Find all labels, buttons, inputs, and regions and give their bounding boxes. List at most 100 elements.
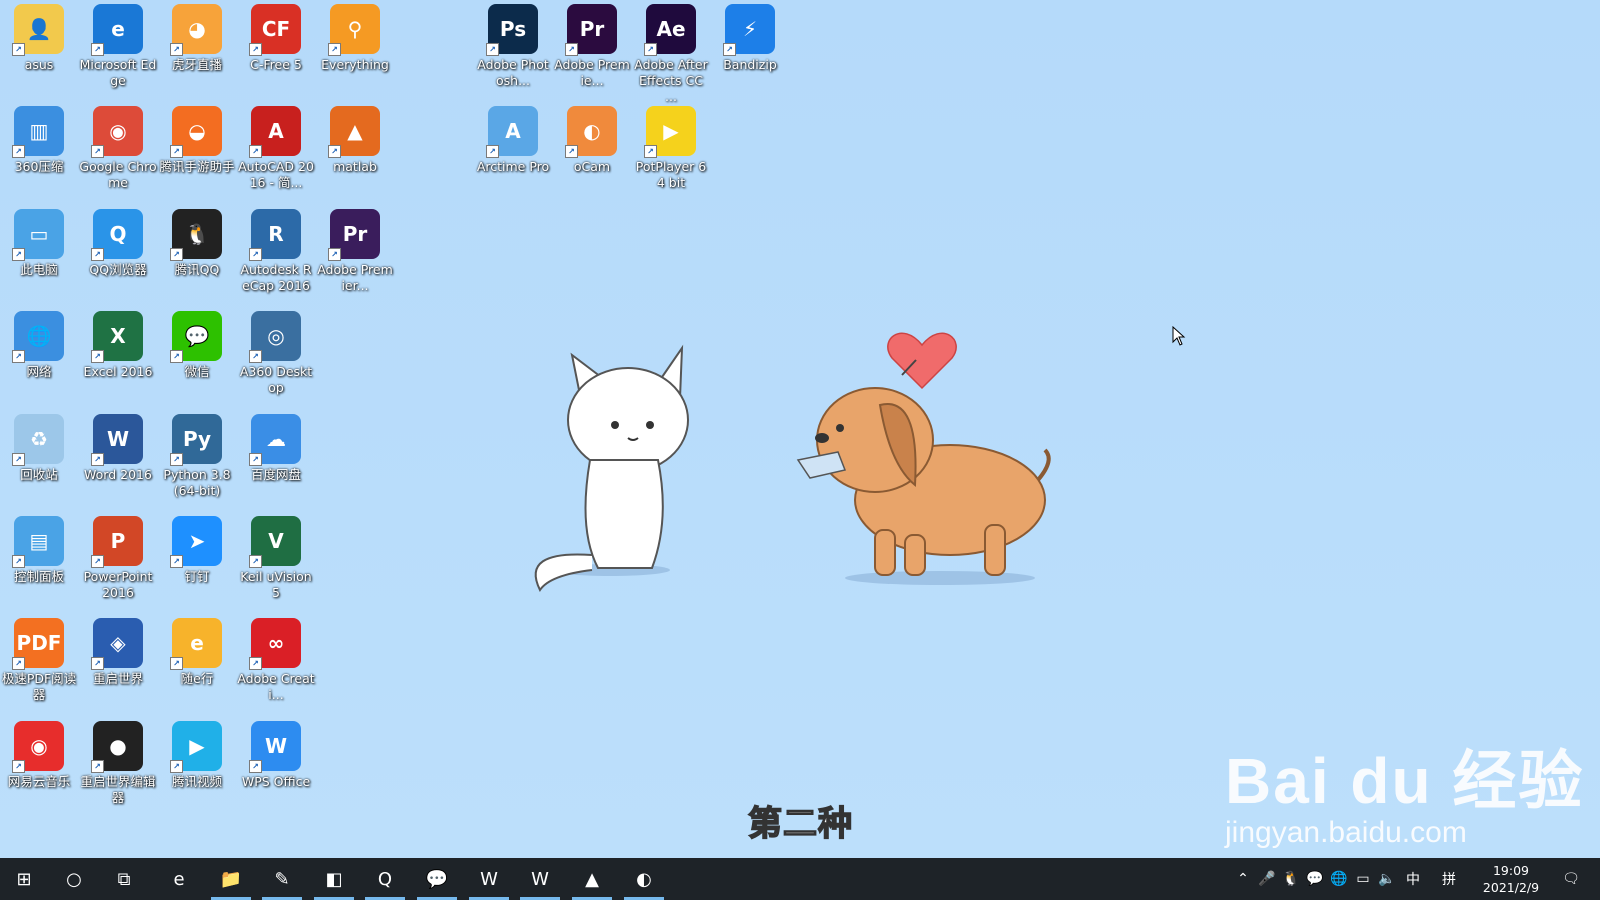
- desktop-icon[interactable]: ◉ ↗ 网易云音乐: [0, 717, 78, 790]
- app-icon: Q ↗: [91, 209, 143, 261]
- desktop-icon[interactable]: ● ↗ 重启世界编辑器: [79, 717, 157, 806]
- desktop-icon[interactable]: W ↗ Word 2016: [79, 410, 157, 483]
- shortcut-arrow-icon: ↗: [170, 453, 183, 466]
- app-note-taskbar-icon[interactable]: ◧: [310, 858, 358, 900]
- desktop-icon[interactable]: ◉ ↗ Google Chrome: [79, 102, 157, 191]
- shortcut-arrow-icon: ↗: [170, 145, 183, 158]
- desktop-icon[interactable]: Pr ↗ Adobe Premie...: [553, 0, 631, 89]
- desktop-icon-label: 腾讯视频: [171, 774, 222, 789]
- desktop-icon[interactable]: ◐ ↗ oCam: [553, 102, 631, 175]
- desktop-icon[interactable]: ◕ ↗ 虎牙直播: [158, 0, 236, 73]
- app-icon: ▭ ↗: [12, 209, 64, 261]
- clock-date: 2021/2/9: [1482, 880, 1540, 895]
- desktop-icon[interactable]: ♻ ↗ 回收站: [0, 410, 78, 483]
- desktop-icon-label: Adobe Premier...: [317, 262, 393, 293]
- app-icon: X ↗: [91, 311, 143, 363]
- matlab-taskbar-icon[interactable]: ▲: [568, 858, 616, 900]
- desktop-icon[interactable]: P ↗ PowerPoint 2016: [79, 512, 157, 601]
- desktop-icon-label: AutoCAD 2016 - 简...: [238, 159, 314, 190]
- desktop-icon[interactable]: 👤 ↗ asus: [0, 0, 78, 73]
- desktop-icon[interactable]: A ↗ AutoCAD 2016 - 简...: [237, 102, 315, 191]
- desktop-icon[interactable]: ◎ ↗ A360 Desktop: [237, 307, 315, 396]
- desktop-icon[interactable]: ▶ ↗ 腾讯视频: [158, 717, 236, 790]
- desktop-icon[interactable]: e ↗ Microsoft Edge: [79, 0, 157, 89]
- desktop-icon[interactable]: W ↗ WPS Office: [237, 717, 315, 790]
- dog-illustration: [796, 387, 1051, 585]
- desktop-icon[interactable]: ⚡ ↗ Bandizip: [711, 0, 789, 73]
- ime-mode-toggle[interactable]: 中: [1402, 858, 1424, 900]
- file-explorer-taskbar-icon[interactable]: 📁: [207, 858, 255, 900]
- desktop-icon[interactable]: ▭ ↗ 此电脑: [0, 205, 78, 278]
- desktop-icon[interactable]: ☁ ↗ 百度网盘: [237, 410, 315, 483]
- app-pin-taskbar-icon[interactable]: ✎: [258, 858, 306, 900]
- desktop-icon[interactable]: 🐧 ↗ 腾讯QQ: [158, 205, 236, 278]
- network-globe-icon[interactable]: 🌐: [1328, 858, 1350, 900]
- system-clock[interactable]: 19:09 2021/2/9: [1474, 862, 1548, 896]
- app-icon: Pr ↗: [565, 4, 617, 56]
- app-icon: ▶ ↗: [644, 106, 696, 158]
- desktop-icon[interactable]: e ↗ 随e行: [158, 614, 236, 687]
- desktop-icon[interactable]: ◒ ↗ 腾讯手游助手: [158, 102, 236, 175]
- qq-tray-icon[interactable]: 🐧: [1280, 858, 1302, 900]
- ime-pinyin-indicator[interactable]: 拼: [1438, 858, 1460, 900]
- app-icon: Py ↗: [170, 414, 222, 466]
- desktop-icon[interactable]: X ↗ Excel 2016: [79, 307, 157, 380]
- desktop-icon[interactable]: ➤ ↗ 钉钉: [158, 512, 236, 585]
- action-center-notification-icon[interactable]: 🗨: [1556, 858, 1586, 900]
- shortcut-arrow-icon: ↗: [249, 657, 262, 670]
- app-icon: 🌐 ↗: [12, 311, 64, 363]
- desktop-icon[interactable]: 🌐 ↗ 网络: [0, 307, 78, 380]
- microphone-icon[interactable]: 🎤: [1256, 858, 1278, 900]
- desktop-icon[interactable]: Q ↗ QQ浏览器: [79, 205, 157, 278]
- app-icon: W ↗: [91, 414, 143, 466]
- desktop-icon[interactable]: A ↗ Arctime Pro: [474, 102, 552, 175]
- shortcut-arrow-icon: ↗: [12, 657, 25, 670]
- desktop: 👤 ↗ asus e ↗ Microsoft Edge ◕ ↗ 虎牙直播 CF ↗ C-Free 5 ⚲…: [0, 0, 1600, 858]
- edge-taskbar-icon[interactable]: e: [155, 858, 203, 900]
- app-icon: ➤ ↗: [170, 516, 222, 568]
- desktop-icon-label: Adobe Premie...: [554, 57, 630, 88]
- desktop-icon[interactable]: R ↗ Autodesk ReCap 2016: [237, 205, 315, 294]
- desktop-icon[interactable]: Py ↗ Python 3.8 (64-bit): [158, 410, 236, 499]
- desktop-icon[interactable]: ◈ ↗ 重启世界: [79, 614, 157, 687]
- desktop-icon[interactable]: ∞ ↗ Adobe Creati...: [237, 614, 315, 703]
- desktop-icon[interactable]: V ↗ Keil uVision5: [237, 512, 315, 601]
- wechat-tray-icon[interactable]: 💬: [1304, 858, 1326, 900]
- shortcut-arrow-icon: ↗: [328, 248, 341, 261]
- desktop-icon[interactable]: ▤ ↗ 控制面板: [0, 512, 78, 585]
- desktop-icon[interactable]: ⚲ ↗ Everything: [316, 0, 394, 73]
- desktop-icon-label: 网络: [26, 364, 52, 379]
- wps-taskbar-icon[interactable]: W: [516, 858, 564, 900]
- wechat-taskbar-icon[interactable]: 💬: [413, 858, 461, 900]
- battery-icon[interactable]: ▭: [1352, 858, 1374, 900]
- desktop-icon[interactable]: ▲ ↗ matlab: [316, 102, 394, 175]
- tray-overflow-chevron-icon[interactable]: ⌃: [1232, 858, 1254, 900]
- task-view-button-taskbar-icon[interactable]: ⧉: [100, 858, 148, 900]
- shortcut-arrow-icon: ↗: [91, 248, 104, 261]
- desktop-icon-label: Google Chrome: [79, 159, 157, 190]
- app-icon: ☁ ↗: [249, 414, 301, 466]
- app-icon: ♻ ↗: [12, 414, 64, 466]
- desktop-icon[interactable]: 💬 ↗ 微信: [158, 307, 236, 380]
- desktop-icon[interactable]: ▶ ↗ PotPlayer 64 bit: [632, 102, 710, 191]
- shortcut-arrow-icon: ↗: [249, 760, 262, 773]
- desktop-icon[interactable]: CF ↗ C-Free 5: [237, 0, 315, 73]
- ocam-taskbar-icon[interactable]: ◐: [620, 858, 668, 900]
- app-icon: Ps ↗: [486, 4, 538, 56]
- volume-icon[interactable]: 🔈: [1376, 858, 1398, 900]
- desktop-icon[interactable]: Pr ↗ Adobe Premier...: [316, 205, 394, 294]
- cat-illustration: [534, 344, 689, 592]
- shortcut-arrow-icon: ↗: [723, 43, 736, 56]
- shortcut-arrow-icon: ↗: [12, 760, 25, 773]
- desktop-icon[interactable]: Ps ↗ Adobe Photosh...: [474, 0, 552, 89]
- desktop-icon[interactable]: ▥ ↗ 360压缩: [0, 102, 78, 175]
- qq-browser-taskbar-icon[interactable]: Q: [361, 858, 409, 900]
- clock-time: 19:09: [1492, 863, 1530, 878]
- search-button-taskbar-icon[interactable]: ○: [50, 858, 98, 900]
- shortcut-arrow-icon: ↗: [486, 43, 499, 56]
- desktop-icon[interactable]: Ae ↗ Adobe After Effects CC ...: [632, 0, 710, 105]
- start-button-taskbar-icon[interactable]: ⊞: [0, 858, 48, 900]
- word-taskbar-icon[interactable]: W: [465, 858, 513, 900]
- desktop-icon[interactable]: PDF ↗ 极速PDF阅读器: [0, 614, 78, 703]
- app-icon: Pr ↗: [328, 209, 380, 261]
